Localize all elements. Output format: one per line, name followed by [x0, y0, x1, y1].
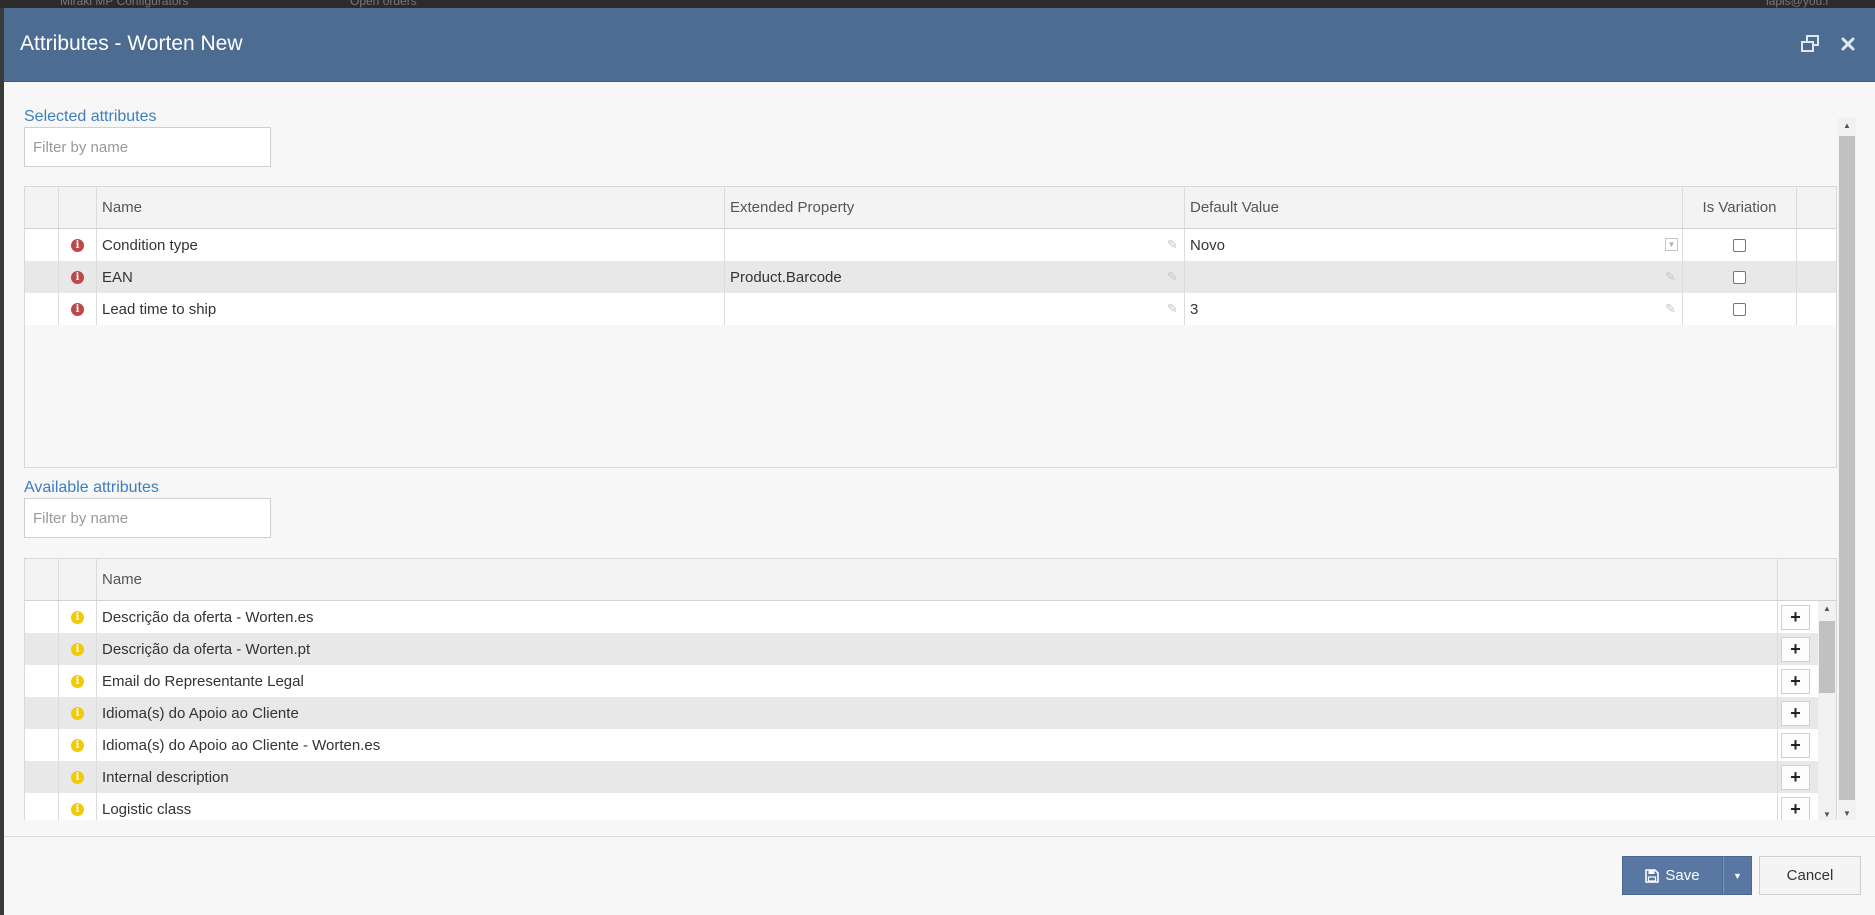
close-icon[interactable] [1836, 32, 1860, 56]
available-filter-input[interactable] [24, 498, 271, 538]
list-item[interactable]: i Internal description + [25, 761, 1836, 793]
column-header-name[interactable]: Name [97, 187, 725, 228]
table-row[interactable]: i Lead time to ship ✎ 3 ✎ [25, 293, 1836, 325]
info-icon: i [71, 738, 84, 752]
scroll-down-icon[interactable]: ▼ [1818, 807, 1836, 820]
info-icon: i [71, 642, 84, 656]
column-header-name[interactable]: Name [97, 559, 1778, 600]
dropdown-icon[interactable]: ▼ [1665, 238, 1678, 251]
attribute-name: Internal description [97, 761, 1778, 793]
list-item[interactable]: i Email do Representante Legal + [25, 665, 1836, 697]
add-attribute-button[interactable]: + [1781, 668, 1810, 694]
caret-down-icon: ▼ [1733, 870, 1742, 881]
default-value-cell[interactable]: Novo ▼ [1185, 229, 1683, 261]
restore-window-icon[interactable] [1798, 32, 1822, 56]
background-tab-1: Mirakl MP Configurators [60, 0, 189, 8]
table-row[interactable]: i EAN Product.Barcode ✎ ✎ [25, 261, 1836, 293]
attribute-name: Idioma(s) do Apoio ao Cliente - Worten.e… [97, 729, 1778, 761]
cancel-button[interactable]: Cancel [1759, 856, 1861, 895]
edit-icon[interactable]: ✎ [1167, 270, 1181, 284]
scroll-down-icon[interactable]: ▼ [1838, 806, 1856, 820]
save-options-dropdown[interactable]: ▼ [1723, 856, 1752, 895]
is-variation-checkbox[interactable] [1733, 302, 1746, 316]
extended-property-cell[interactable]: ✎ [725, 229, 1185, 261]
dialog-content: Selected attributes Name Extended Proper… [4, 82, 1875, 820]
attribute-name: Lead time to ship [97, 293, 725, 325]
list-item[interactable]: i Idioma(s) do Apoio ao Cliente - Worten… [25, 729, 1836, 761]
info-icon: i [71, 610, 84, 624]
header-spacer [25, 187, 59, 228]
info-icon: i [71, 270, 84, 284]
column-header-extended-property[interactable]: Extended Property [725, 187, 1185, 228]
add-attribute-button[interactable]: + [1781, 764, 1810, 790]
column-header-default-value[interactable]: Default Value [1185, 187, 1683, 228]
info-icon: i [71, 238, 84, 252]
add-attribute-button[interactable]: + [1781, 796, 1810, 820]
attribute-name: Idioma(s) do Apoio ao Cliente [97, 697, 1778, 729]
dialog-scrollbar[interactable]: ▲ ▼ [1838, 118, 1856, 820]
available-list-scrollbar[interactable]: ▲ ▼ [1818, 601, 1836, 820]
background-tab-2: Open orders [350, 0, 417, 8]
scrollbar-thumb[interactable] [1839, 136, 1855, 800]
selected-attributes-label: Selected attributes [24, 108, 157, 125]
list-item[interactable]: i Descrição da oferta - Worten.pt + [25, 633, 1836, 665]
edit-icon[interactable]: ✎ [1167, 302, 1181, 316]
scroll-up-icon[interactable]: ▲ [1838, 118, 1856, 132]
extended-property-cell[interactable]: Product.Barcode ✎ [725, 261, 1185, 293]
selected-attributes-grid: Name Extended Property Default Value Is … [24, 186, 1837, 468]
add-attribute-button[interactable]: + [1781, 700, 1810, 726]
attribute-name: Descrição da oferta - Worten.es [97, 601, 1778, 633]
list-item[interactable]: i Idioma(s) do Apoio ao Cliente + [25, 697, 1836, 729]
edit-icon[interactable]: ✎ [1167, 238, 1181, 252]
available-attributes-label: Available attributes [24, 479, 159, 496]
column-header-is-variation[interactable]: Is Variation [1683, 187, 1797, 228]
table-row[interactable]: i Condition type ✎ Novo ▼ [25, 229, 1836, 261]
attribute-name: Descrição da oferta - Worten.pt [97, 633, 1778, 665]
selected-filter-input[interactable] [24, 127, 271, 167]
dialog-title: Attributes - Worten New [20, 32, 243, 55]
info-icon: i [71, 802, 84, 816]
attributes-dialog: Attributes - Worten New Selected attribu… [4, 8, 1875, 915]
dialog-titlebar: Attributes - Worten New [4, 8, 1875, 82]
info-icon: i [71, 674, 84, 688]
info-icon: i [71, 706, 84, 720]
background-app-strip: Mirakl MP Configurators Open orders lapi… [0, 0, 1875, 8]
header-status [59, 187, 97, 228]
list-item[interactable]: i Logistic class + [25, 793, 1836, 820]
edit-icon[interactable]: ✎ [1665, 302, 1679, 316]
header-actions [1797, 187, 1836, 228]
add-attribute-button[interactable]: + [1781, 604, 1810, 630]
attribute-name: Email do Representante Legal [97, 665, 1778, 697]
attribute-name: EAN [97, 261, 725, 293]
background-user: lapis@you.l [1766, 0, 1829, 8]
attribute-name: Logistic class [97, 793, 1778, 820]
add-attribute-button[interactable]: + [1781, 732, 1810, 758]
is-variation-checkbox[interactable] [1733, 270, 1746, 284]
save-button[interactable]: Save [1622, 856, 1723, 895]
available-attributes-grid: Name i Descrição da oferta - Worten.es +… [24, 558, 1837, 820]
available-grid-header: Name [25, 559, 1836, 601]
add-attribute-button[interactable]: + [1781, 636, 1810, 662]
scrollbar-thumb[interactable] [1819, 621, 1835, 693]
floppy-disk-icon [1645, 868, 1660, 883]
list-item[interactable]: i Descrição da oferta - Worten.es + [25, 601, 1836, 633]
default-value-cell[interactable]: 3 ✎ [1185, 293, 1683, 325]
info-icon: i [71, 770, 84, 784]
edit-icon[interactable]: ✎ [1665, 270, 1679, 284]
info-icon: i [71, 302, 84, 316]
default-value-cell[interactable]: ✎ [1185, 261, 1683, 293]
save-button-label: Save [1665, 867, 1700, 884]
scroll-up-icon[interactable]: ▲ [1818, 601, 1836, 615]
extended-property-cell[interactable]: ✎ [725, 293, 1185, 325]
attribute-name: Condition type [97, 229, 725, 261]
selected-grid-header: Name Extended Property Default Value Is … [25, 187, 1836, 229]
is-variation-checkbox[interactable] [1733, 238, 1746, 252]
dialog-footer: Save ▼ Cancel [4, 836, 1875, 915]
